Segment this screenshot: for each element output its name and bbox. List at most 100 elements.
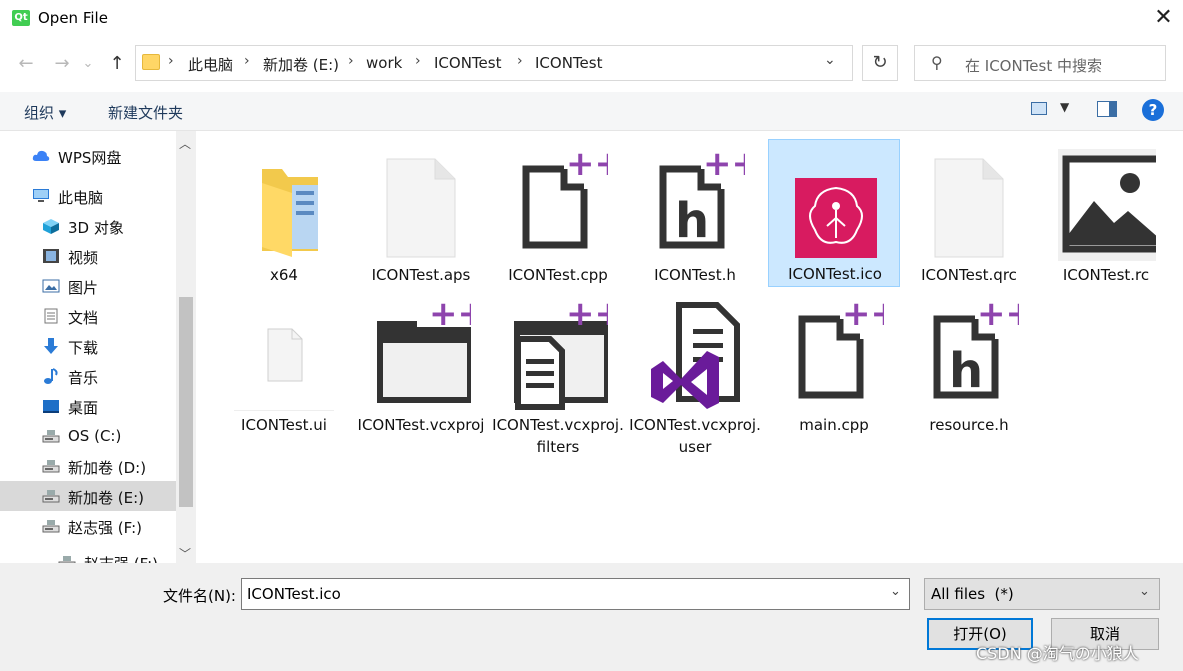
file-h-icon: h ++ <box>645 144 760 261</box>
file-name: ICONTest.cpp <box>508 266 608 284</box>
file-item[interactable]: h ++ resource.h <box>903 291 1035 439</box>
file-item[interactable]: ICONTest.vcxproj.user <box>629 291 761 456</box>
help-button[interactable]: ? <box>1142 99 1164 121</box>
file-item[interactable]: x64 <box>218 141 350 289</box>
svg-text:h: h <box>949 343 983 399</box>
preview-pane-icon[interactable] <box>1097 101 1117 117</box>
drive-icon <box>58 554 76 563</box>
sidebar-item-1[interactable]: WPS网盘 <box>0 141 176 171</box>
file-name: ICONTest.qrc <box>921 266 1017 284</box>
file-cpp-icon: ++ <box>784 294 899 411</box>
view-caret-icon[interactable]: ▼ <box>1060 100 1069 114</box>
new-folder-button[interactable]: 新建文件夹 <box>108 102 183 123</box>
file-name: x64 <box>270 266 298 284</box>
address-bar[interactable]: › 此电脑 › 新加卷 (E:) › work › ICONTest › ICO… <box>135 45 853 81</box>
scroll-up-icon[interactable]: ︿ <box>179 135 191 152</box>
navigation-pane: WPS网盘此电脑 3D 对象视频图片文档下载音乐桌面 OS (C:) 新加卷 (D:)… <box>0 131 196 563</box>
search-icon: ⚲ <box>931 53 943 72</box>
sidebar-item-label: 图片 <box>68 279 99 297</box>
breadcrumb-item[interactable]: work <box>366 54 402 72</box>
file-name: ICONTest.ico <box>788 265 882 283</box>
picture-icon <box>42 278 60 294</box>
sidebar-item-3[interactable]: 3D 对象 <box>0 211 176 241</box>
file-blank-icon <box>371 149 471 261</box>
sidebar-scrollbar[interactable]: ︿ ﹀ <box>176 131 196 563</box>
sidebar-item-8[interactable]: 音乐 <box>0 361 176 391</box>
close-button[interactable]: ✕ <box>1144 0 1183 38</box>
file-item[interactable]: ++ ICONTest.vcxproj <box>355 291 487 439</box>
organize-button[interactable]: 组织 ▾ <box>24 102 66 123</box>
search-input[interactable]: ⚲ 在 ICONTest 中搜索 <box>914 45 1166 81</box>
chevron-down-icon[interactable]: ⌄ <box>1139 584 1150 599</box>
file-item[interactable]: ICONTest.qrc <box>903 141 1035 289</box>
file-blank-icon <box>919 149 1019 261</box>
file-item[interactable]: ++ main.cpp <box>768 291 900 439</box>
sidebar-item-label: 视频 <box>68 249 99 267</box>
back-arrow-icon[interactable]: ← <box>14 52 38 76</box>
sidebar-item-label: 文档 <box>68 309 99 327</box>
download-icon <box>42 338 60 354</box>
sidebar-item-label: WPS网盘 <box>58 149 122 167</box>
filename-label: 文件名(N): <box>163 587 236 605</box>
desktop-icon <box>42 398 60 414</box>
file-name: ICONTest.aps <box>371 266 471 284</box>
sidebar-item-5[interactable]: 图片 <box>0 271 176 301</box>
up-folder-icon[interactable]: ↑ <box>105 52 129 76</box>
file-item[interactable]: ICONTest.ico <box>768 139 900 287</box>
drive-icon <box>42 458 60 474</box>
svg-text:++: ++ <box>566 299 608 334</box>
file-name: ICONTest.vcxproj.filters <box>492 416 624 456</box>
svg-text:++: ++ <box>703 149 745 184</box>
file-item[interactable]: ICONTest.ui <box>218 291 350 439</box>
forward-arrow-icon[interactable]: → <box>50 52 74 76</box>
sidebar-item-label: 新加卷 (E:) <box>68 489 145 507</box>
breadcrumb-separator: › <box>517 53 523 69</box>
sidebar-item-label: 桌面 <box>68 399 99 417</box>
sidebar-item-label: 下载 <box>68 339 99 357</box>
sidebar-item-label: 新加卷 (D:) <box>68 459 147 477</box>
file-folder-icon <box>234 149 334 261</box>
sidebar-item-11[interactable]: 新加卷 (D:) <box>0 451 176 481</box>
computer-icon <box>32 188 50 204</box>
sidebar-item-4[interactable]: 视频 <box>0 241 176 271</box>
sidebar-item-14[interactable]: 赵志强 (F:) <box>0 547 176 563</box>
chevron-down-icon[interactable]: ⌄ <box>890 584 901 599</box>
scrollbar-thumb[interactable] <box>179 297 193 507</box>
filename-value[interactable]: ICONTest.ico <box>247 585 341 603</box>
breadcrumb-item[interactable]: ICONTest <box>535 54 602 72</box>
recent-locations-icon[interactable]: ⌄ <box>80 52 96 76</box>
file-name: ICONTest.h <box>654 266 736 284</box>
file-vcx-folder-icon: ++ <box>371 294 486 411</box>
breadcrumb-separator: › <box>348 53 354 69</box>
filename-field[interactable]: ICONTest.ico ⌄ <box>241 578 910 610</box>
sidebar-item-13[interactable]: 赵志强 (F:) <box>0 511 176 541</box>
file-item[interactable]: ICONTest.rc <box>1040 141 1176 289</box>
sidebar-item-12[interactable]: 新加卷 (E:) <box>0 481 176 511</box>
chevron-down-icon[interactable]: ⌄ <box>824 52 836 68</box>
file-name: ICONTest.vcxproj <box>357 416 485 434</box>
file-item[interactable]: ++ ICONTest.vcxproj.filters <box>492 291 624 456</box>
sidebar-item-9[interactable]: 桌面 <box>0 391 176 421</box>
file-item[interactable]: ++ ICONTest.cpp <box>492 141 624 289</box>
sidebar-item-10[interactable]: OS (C:) <box>0 421 176 451</box>
sidebar-item-7[interactable]: 下载 <box>0 331 176 361</box>
file-item[interactable]: h ++ ICONTest.h <box>629 141 761 289</box>
refresh-button[interactable]: ↻ <box>862 45 898 81</box>
breadcrumb-item[interactable]: ICONTest <box>434 54 501 72</box>
file-name: ICONTest.rc <box>1062 266 1150 284</box>
file-type-select[interactable]: All files (*) ⌄ <box>924 578 1160 610</box>
svg-text:++: ++ <box>429 299 471 334</box>
sidebar-item-2[interactable]: 此电脑 <box>0 181 176 211</box>
view-options-icon[interactable] <box>1031 102 1047 115</box>
file-list: x64 ICONTest.aps ++ ICONTest.cpp h ++ ICONTest… <box>200 131 1183 563</box>
sidebar-item-label: OS (C:) <box>68 427 122 445</box>
sidebar-item-6[interactable]: 文档 <box>0 301 176 331</box>
cloud-icon <box>32 148 50 164</box>
scroll-down-icon[interactable]: ﹀ <box>179 545 191 562</box>
breadcrumb-item[interactable]: 此电脑 <box>188 54 233 75</box>
file-item[interactable]: ICONTest.aps <box>355 141 487 289</box>
sidebar-item-label: 音乐 <box>68 369 99 387</box>
breadcrumb-item[interactable]: 新加卷 (E:) <box>263 54 339 75</box>
file-type-value[interactable]: All files (*) <box>931 585 1014 603</box>
file-vs-icon <box>645 299 745 411</box>
